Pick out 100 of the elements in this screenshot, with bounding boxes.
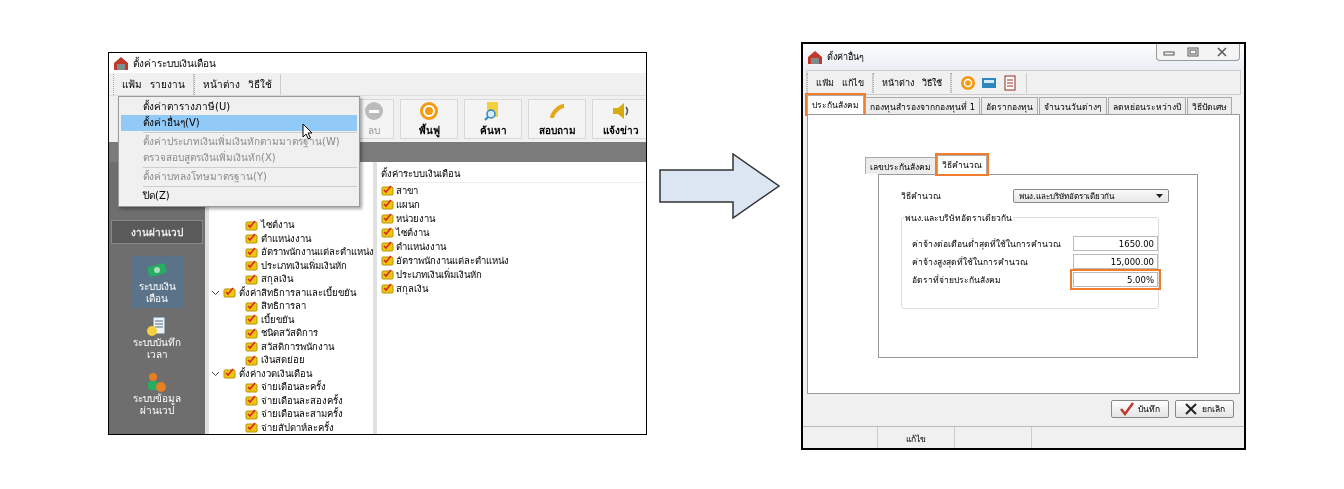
menu-item[interactable]: หน้าต่าง [882,74,914,91]
cancel-button[interactable]: ยกเลิก [1175,400,1234,418]
tab[interactable]: อัตรากองทุน [981,97,1039,114]
window-title: ตั้งค่าอื่นๆ [827,50,864,64]
list-item[interactable]: สกุลเงิน [396,280,428,296]
tree-item[interactable]: ตั้งค่าสิทธิการลาและเบี้ยขยัน [239,284,356,300]
tab[interactable]: วิธีปัดเศษ [1187,97,1233,114]
tree-item[interactable]: อัตราพนักงานแต่ละตำแหน่ง [261,244,374,260]
tab[interactable]: เลขประกันสังคม [865,157,936,174]
list-header: ตั้งค่าระบบเงินเดือน [381,166,646,183]
input-field[interactable]: 15,000.00 [1072,254,1158,269]
tab[interactable]: ลดหย่อนระหว่างปี [1108,97,1187,114]
tree-item[interactable]: ประเภทเงินเพิ่มเงินหัก [261,257,347,273]
list-item[interactable]: สาขา [396,182,418,198]
list-item[interactable]: ไซต์งาน [396,224,429,240]
list-item[interactable]: หน่วยงาน [396,210,435,226]
target-icon [418,100,440,122]
menu-item[interactable]: แฟ้ม [122,75,142,93]
checklist-icon [381,198,394,210]
list-item[interactable]: อัตราพนักงานแต่ละตำแหน่ง [396,252,509,268]
tree-item[interactable]: จ่ายเดือนละสองครั้ง [261,392,343,408]
checklist-icon [245,272,258,285]
checklist-icon [245,326,258,339]
caret-down-icon [1156,194,1163,198]
minus-circle-icon [363,100,385,122]
sidebar-module-button[interactable]: ระบบบันทึกเวลา [131,312,183,364]
toolbar-button[interactable]: สอบถาม [528,99,586,139]
clock-document-icon [145,315,169,337]
tree-item[interactable]: เบี้ยขยัน [261,311,294,327]
menu-item[interactable]: วิธีใช้ [248,75,272,93]
field-label: ค่าจ้างสูงสุดที่ใช้ในการคำนวณ [912,255,1029,269]
checklist-icon [245,245,258,258]
tree-item[interactable]: ตำแหน่งงาน [261,230,311,246]
checklist-icon [245,218,258,231]
tab[interactable]: จำนวนวันต่างๆ [1039,97,1108,114]
people-money-icon [145,371,169,393]
tree-item[interactable]: ตั้งค่างวดเงินเดือน [239,365,312,381]
checklist-icon [381,226,394,238]
close-icon [1184,402,1198,416]
menu-item[interactable]: รายงาน [150,75,185,93]
app-logo-icon [807,49,823,65]
save-button[interactable]: บันทึก [1111,400,1169,418]
tree-item[interactable]: สิทธิการลา [261,298,306,314]
tree-item[interactable]: จ่ายเดือนละสามครั้ง [261,406,343,422]
sidebar-module-button[interactable]: ระบบเงินเดือน [131,256,183,308]
tree-item[interactable]: เงินสดย่อย [261,352,305,368]
document-icon[interactable] [1002,74,1018,91]
menu-item[interactable]: วิธีใช้ [922,74,942,91]
checklist-icon [245,313,258,326]
toolbar-button[interactable]: แจ้งข่าว [592,99,646,139]
checklist-icon [381,254,394,266]
field-label: วิธีคำนวณ [901,190,942,203]
app-logo-icon [113,55,129,71]
menu-item[interactable]: ปิด(Z) [121,188,357,204]
field-label: อัตราที่จ่ายประกันสังคม [912,273,1002,287]
menu-item[interactable]: แฟ้ม [816,74,834,91]
checklist-icon [245,299,258,312]
checklist-icon [381,282,394,294]
checkmark-icon [1120,402,1134,416]
checklist-icon [223,367,236,380]
menu-item[interactable]: หน้าต่าง [203,75,240,93]
checklist-icon [381,240,394,252]
list-item[interactable]: ประเภทเงินเพิ่มเงินหัก [396,266,482,282]
tree-item[interactable]: สวัสดิการพนักงาน [261,338,334,354]
checklist-icon [245,380,258,393]
toolbar-button[interactable]: ค้นหา [464,99,522,139]
toolbar-button[interactable]: พื้นฟู [400,99,458,139]
sidebar-section-button[interactable]: งานผ่านเวป [111,220,203,244]
checklist-icon [381,184,394,196]
checklist-icon [245,394,258,407]
checklist-icon [245,259,258,272]
checklist-icon [245,421,258,434]
list-item[interactable]: ตำแหน่งงาน [396,238,446,254]
checklist-icon [245,353,258,366]
window-title: ตั้งค่าระบบเงินเดือน [133,55,216,71]
tree-item[interactable]: จ่ายสัปดาห์ละครั้ง [261,419,334,434]
tab[interactable]: ประกันสังคม [807,95,864,114]
tree-item[interactable]: จ่ายเดือนละครั้ง [261,379,326,395]
checklist-icon [245,340,258,353]
field-label: ค่าจ้างต่อเดือนต่ำสุดที่ใช้ในการคำนวณ [912,237,1062,251]
input-field[interactable]: 1650.00 [1072,236,1158,251]
checklist-icon [223,286,236,299]
menu-item[interactable]: แก้ไข [842,74,864,91]
checklist-icon [245,232,258,245]
tab[interactable]: วิธีคำนวณ [937,155,987,174]
list-item[interactable]: แผนก [396,196,420,212]
input-field[interactable]: 5.00% [1072,272,1158,287]
checklist-icon [245,407,258,420]
tree-item[interactable]: ชนิดสวัสดิการ [261,325,318,341]
target-icon[interactable] [960,74,976,91]
tree-item[interactable]: สกุลเงิน [261,271,293,287]
sidebar-module-button[interactable]: ระบบข้อมูลผ่านเวป [131,368,183,420]
tab[interactable]: กองทุนสำรองจากกองทุนที่ 1 [865,97,981,114]
tree-item[interactable]: ไซต์งาน [261,217,294,233]
checklist-icon [381,212,394,224]
status-text: แก้ไข [878,427,955,448]
dropdown-field[interactable]: พนง.และบริษัทอัตราเดียวกัน [1013,189,1169,203]
menu-item[interactable]: ตั้งค่าตารางภาษี(U) [121,99,357,115]
menu-item[interactable]: ตั้งค่าอื่นๆ(V) [121,115,357,131]
checklist-icon [381,268,394,280]
